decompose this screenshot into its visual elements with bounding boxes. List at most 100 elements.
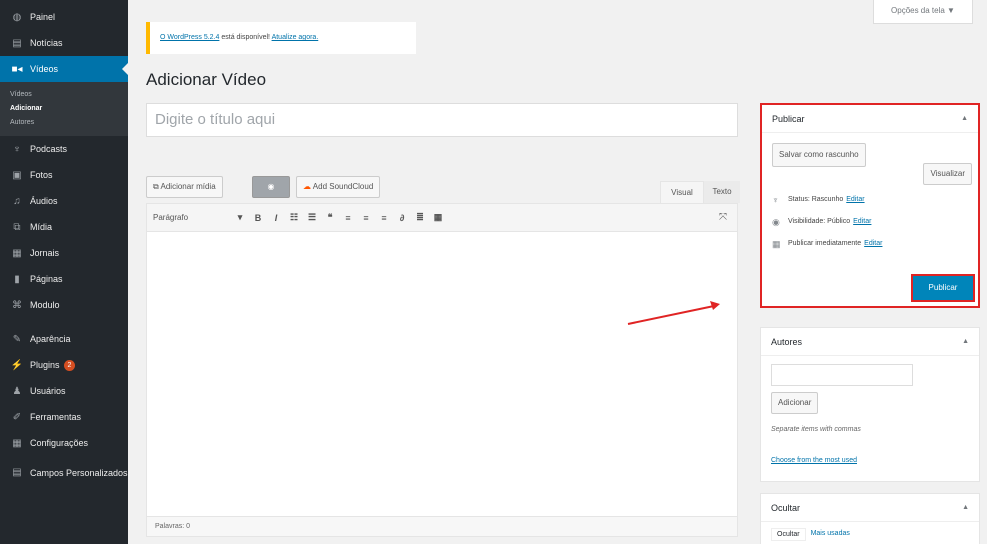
- status-row: ♆ Status: Rascunho Editar: [762, 189, 978, 211]
- content-editor[interactable]: Parágrafo ▾ B I ☷ ☰ ❝ ≡ ≡ ≡ ∂ ≣ ▦ ⤧ Palavras: 0: [146, 203, 738, 537]
- sidebar-item-media[interactable]: ⧉ Mídia: [0, 214, 128, 240]
- italic-icon[interactable]: I: [267, 213, 285, 223]
- media-icon: ⧉: [153, 182, 159, 191]
- collapse-icon[interactable]: ▲: [962, 494, 969, 522]
- sidebar-item-users[interactable]: ♟ Usuários: [0, 378, 128, 404]
- word-count: Palavras: 0: [147, 516, 737, 536]
- sidebar-item-label: Plugins: [30, 360, 60, 370]
- align-left-icon[interactable]: ≡: [339, 213, 357, 223]
- calendar-icon: ▦: [772, 239, 781, 249]
- format-dropdown-icon[interactable]: ▾: [231, 212, 249, 223]
- appearance-icon: ✎: [12, 333, 22, 345]
- sidebar-item-newspaper[interactable]: ▦ Jornais: [0, 240, 128, 266]
- submenu-item[interactable]: Vídeos: [0, 88, 128, 102]
- publish-button[interactable]: Publicar: [911, 274, 975, 302]
- collapse-icon[interactable]: ▲: [962, 328, 969, 356]
- collapse-icon[interactable]: ▲: [961, 105, 968, 133]
- align-right-icon[interactable]: ≡: [375, 213, 393, 223]
- sidebar-item-label: Vídeos: [30, 64, 59, 74]
- tab-text[interactable]: Texto: [704, 181, 740, 203]
- sidebar-item-custom-fields[interactable]: ▤ Campos Personalizados: [0, 456, 128, 490]
- sidebar-item-music[interactable]: ♫ Áudios: [0, 188, 128, 214]
- read-more-icon[interactable]: ≣: [411, 212, 429, 223]
- submenu-item[interactable]: Autores: [0, 116, 128, 130]
- soundcloud-label: Add SoundCloud: [312, 182, 374, 191]
- embed-button[interactable]: ◉: [252, 176, 290, 198]
- sidebar-item-label: Ferramentas: [30, 412, 82, 422]
- screen-options-button[interactable]: Opções da tela ▼: [873, 0, 973, 24]
- sidebar-item-pages[interactable]: ▮ Páginas: [0, 266, 128, 292]
- update-count-badge: 2: [63, 359, 76, 371]
- sidebar-item-tools[interactable]: ✐ Ferramentas: [0, 404, 128, 430]
- sidebar-item-label: Usuários: [30, 386, 66, 396]
- format-select[interactable]: Parágrafo: [153, 213, 231, 222]
- sidebar-item-label: Configurações: [30, 438, 89, 448]
- sidebar-item-posts[interactable]: ▤ Notícias: [0, 30, 128, 56]
- hide-tabs: Ocultar Mais usadas: [761, 522, 979, 541]
- posts-icon: ▤: [12, 37, 22, 49]
- hide-box-header: Ocultar ▲: [761, 494, 979, 522]
- choose-most-used-link[interactable]: Choose from the most used: [771, 457, 857, 464]
- video-submenu: Vídeos Adicionar Autores: [0, 82, 128, 136]
- add-media-button[interactable]: ⧉ Adicionar mídia: [146, 176, 223, 198]
- sidebar-item-image[interactable]: ▣ Fotos: [0, 162, 128, 188]
- notice-text: está disponível!: [219, 34, 272, 41]
- edit-status-link[interactable]: Editar: [846, 189, 864, 211]
- preview-button[interactable]: Visualizar: [923, 163, 972, 185]
- submenu-item[interactable]: Adicionar: [0, 102, 128, 116]
- sidebar-item-label: Jornais: [30, 248, 60, 258]
- dashboard-icon: ◍: [12, 11, 22, 23]
- hide-box-title: Ocultar: [771, 503, 801, 513]
- sidebar-item-module[interactable]: ⌘ Modulo: [0, 292, 128, 318]
- add-author-button[interactable]: Adicionar: [771, 392, 819, 414]
- sidebar-item-label: Aparência: [30, 334, 71, 344]
- schedule-label: Publicar imediatamente: [788, 240, 862, 247]
- disc-icon: ◉: [267, 182, 275, 191]
- eye-icon: ◉: [772, 217, 780, 227]
- authors-box-title: Autores: [771, 337, 803, 347]
- sidebar-item-dashboard[interactable]: ◍ Painel: [0, 4, 128, 30]
- image-icon: ▣: [12, 169, 22, 181]
- save-draft-button[interactable]: Salvar como rascunho: [772, 143, 866, 167]
- sidebar-item-microphone[interactable]: ♆ Podcasts: [0, 136, 128, 162]
- sidebar-item-plugins[interactable]: ⚡ Plugins 2: [0, 352, 128, 378]
- edit-schedule-link[interactable]: Editar: [864, 233, 882, 255]
- video-icon: ■◂: [11, 63, 23, 75]
- wordpress-version-link[interactable]: O WordPress 5.2.4: [160, 34, 219, 41]
- custom-fields-icon: ▤: [12, 467, 22, 478]
- authors-input[interactable]: [771, 364, 913, 386]
- sidebar-item-video[interactable]: ■◂ Vídeos: [0, 56, 128, 82]
- add-soundcloud-button[interactable]: ☁ Add SoundCloud: [296, 176, 381, 198]
- sidebar-item-appearance[interactable]: ✎ Aparência: [0, 326, 128, 352]
- align-center-icon[interactable]: ≡: [357, 213, 375, 223]
- hide-box: Ocultar ▲ Ocultar Mais usadas: [760, 493, 980, 544]
- tab-visual[interactable]: Visual: [660, 181, 704, 203]
- update-now-link[interactable]: Atualize agora.: [272, 34, 319, 41]
- soundcloud-icon: ☁: [303, 182, 311, 191]
- visibility-row: ◉ Visibilidade: Público Editar: [762, 211, 978, 233]
- tab-hide-all[interactable]: Ocultar: [771, 528, 806, 541]
- add-media-label: Adicionar mídia: [160, 182, 216, 191]
- fullscreen-icon[interactable]: ⤧: [719, 212, 727, 223]
- edit-visibility-link[interactable]: Editar: [853, 211, 871, 233]
- link-icon[interactable]: ∂: [393, 213, 411, 223]
- bold-icon[interactable]: B: [249, 213, 267, 223]
- module-icon: ⌘: [12, 299, 22, 311]
- bullet-list-icon[interactable]: ☷: [285, 212, 303, 223]
- numbered-list-icon[interactable]: ☰: [303, 212, 321, 223]
- tab-most-used[interactable]: Mais usadas: [806, 528, 855, 541]
- plugins-icon: ⚡: [10, 359, 24, 371]
- page-title: Adicionar Vídeo: [146, 70, 267, 89]
- sidebar-item-label: Mídia: [30, 222, 53, 232]
- blockquote-icon[interactable]: ❝: [321, 212, 339, 223]
- visibility-label: Visibilidade: Público: [788, 218, 851, 225]
- microphone-icon: ♆: [13, 143, 21, 155]
- settings-icon: ▦: [12, 437, 22, 449]
- title-input[interactable]: Digite o título aqui: [146, 103, 738, 137]
- status-label: Status: Rascunho: [788, 196, 844, 203]
- annotation-arrow: [627, 301, 720, 325]
- sidebar-item-settings[interactable]: ▦ Configurações: [0, 430, 128, 456]
- sidebar-item-label: Modulo: [30, 300, 60, 310]
- toolbar-toggle-icon[interactable]: ▦: [429, 212, 447, 223]
- users-icon: ♟: [12, 385, 22, 397]
